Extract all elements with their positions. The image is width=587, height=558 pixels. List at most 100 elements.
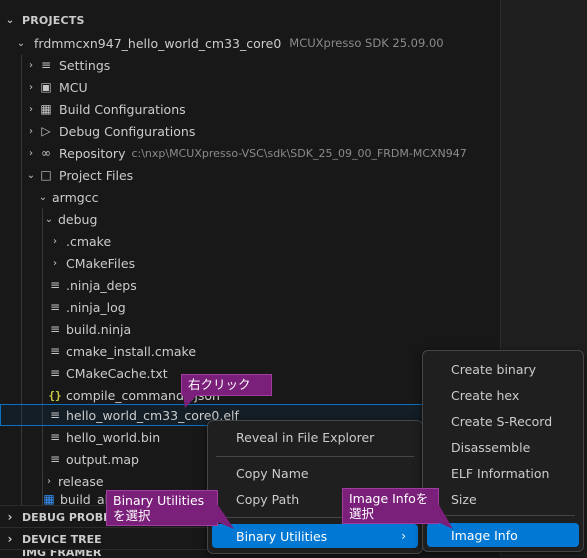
tree-item-ninja-deps[interactable]: ≡ .ninja_deps <box>0 274 548 296</box>
menu-item-reveal-in-file-explorer[interactable]: Reveal in File Explorer <box>212 425 418 449</box>
tree-item-debug[interactable]: ⌄ debug <box>0 208 542 230</box>
tree-item-repository[interactable]: › ∞ Repository c:\nxp\MCUXpresso-VSC\sdk… <box>0 142 524 164</box>
tree-item-label: output.map <box>66 451 139 467</box>
tree-item-label: .ninja_deps <box>66 277 137 293</box>
tree-item-label: CMakeFiles <box>66 255 136 271</box>
menu-item-label: Create binary <box>451 361 537 377</box>
tree-item-label: debug <box>58 211 98 227</box>
callout-text-line2: を選択 <box>113 508 151 523</box>
callout-text: 右クリック <box>188 377 251 392</box>
project-sdk: MCUXpresso SDK 25.09.00 <box>289 36 444 50</box>
chevron-down-icon: ⌄ <box>26 169 36 181</box>
tree-item-settings[interactable]: › ≡ Settings <box>0 54 524 76</box>
menu-item-label: Create S-Record <box>451 413 553 429</box>
tree-item-ninja-log[interactable]: ≡ .ninja_log <box>0 296 548 318</box>
callout-tail <box>210 505 234 529</box>
tree-item-build-ninja[interactable]: ≡ build.ninja <box>0 318 548 340</box>
callout-tail <box>183 395 197 408</box>
tree-item-cmakefiles[interactable]: › CMakeFiles <box>0 252 548 274</box>
file-lines-icon: ≡ <box>49 366 61 380</box>
callout-right-click: 右クリック <box>181 374 272 396</box>
file-lines-icon: ≡ <box>49 408 61 422</box>
chevron-right-icon: › <box>29 125 33 137</box>
section-device-tree-label: DEVICE TREE <box>22 532 102 546</box>
callout-text-line1: Binary Utilities <box>113 493 205 508</box>
tree-item-label: .ninja_log <box>66 299 126 315</box>
project-name: frdmmcxn947_hello_world_cm33_core0 <box>34 35 282 51</box>
chevron-down-icon: ⌄ <box>38 191 48 203</box>
debug-run-icon: ▷ <box>41 124 51 138</box>
tree-item-label: hello_world.bin <box>66 429 161 445</box>
file-lines-icon: ≡ <box>49 322 61 336</box>
tree-item-label: Settings <box>59 57 111 73</box>
menu-item-label: Create hex <box>451 387 520 403</box>
menu-item-label: Copy Name <box>236 465 309 481</box>
chevron-right-icon: › <box>29 147 33 159</box>
menu-item-label: Image Info <box>451 527 518 543</box>
chevron-right-icon: › <box>47 475 51 487</box>
tree-item-label: build.ninja <box>66 321 132 337</box>
tree-item-debug-configurations[interactable]: › ▷ Debug Configurations <box>0 120 524 142</box>
chevron-down-icon: ⌄ <box>44 213 54 225</box>
menu-item-label: Binary Utilities <box>236 528 328 544</box>
tree-item-label: Repository <box>59 145 126 161</box>
callout-text-line2: 選択 <box>349 506 375 521</box>
json-braces-icon: {} <box>48 388 62 402</box>
menu-item-create-binary[interactable]: Create binary <box>427 357 579 381</box>
tree-item-label: armgcc <box>52 189 99 205</box>
menu-item-label: Copy Path <box>236 491 300 507</box>
tree-item-cmake[interactable]: › .cmake <box>0 230 548 252</box>
chevron-right-icon: › <box>29 103 33 115</box>
chevron-right-icon: › <box>53 257 57 269</box>
tree-item-armgcc[interactable]: ⌄ armgcc <box>0 186 536 208</box>
callout-image-info: Image Infoを 選択 <box>342 488 439 524</box>
menu-item-elf-information[interactable]: ELF Information <box>427 461 579 485</box>
chip-icon: ▣ <box>40 80 52 94</box>
chevron-right-icon: › <box>7 510 13 524</box>
tree-item-label: Build Configurations <box>59 101 186 117</box>
file-lines-icon: ≡ <box>49 452 61 466</box>
menu-item-copy-name[interactable]: Copy Name <box>212 461 418 485</box>
file-lines-icon: ≡ <box>49 278 61 292</box>
windows-script-icon: ▦ <box>43 492 55 506</box>
menu-item-disassemble[interactable]: Disassemble <box>427 435 579 459</box>
file-lines-icon: ≡ <box>49 344 61 358</box>
callout-binary-utilities: Binary Utilities を選択 <box>106 490 218 526</box>
project-row[interactable]: ⌄ frdmmcxn947_hello_world_cm33_core0 MCU… <box>0 32 514 54</box>
settings-sliders-icon: ≡ <box>40 58 52 72</box>
menu-item-label: Reveal in File Explorer <box>236 429 375 445</box>
section-projects-label: PROJECTS <box>22 13 85 27</box>
tree-item-label: release <box>58 473 104 489</box>
callout-text-line1: Image Infoを <box>349 491 429 506</box>
section-debug-probes-label: DEBUG PROBES <box>22 510 119 524</box>
tree-item-label: CMakeCache.txt <box>66 365 168 381</box>
tree-item-label: cmake_install.cmake <box>66 343 197 359</box>
chevron-right-icon: › <box>29 81 33 93</box>
repository-path: c:\nxp\MCUXpresso-VSC\sdk\SDK_25_09_00_F… <box>131 146 467 160</box>
build-icon: ▦ <box>40 102 52 116</box>
tree-item-project-files[interactable]: ⌄ □ Project Files <box>0 164 524 186</box>
link-icon: ∞ <box>41 146 51 160</box>
tree-item-label: Debug Configurations <box>59 123 196 139</box>
menu-item-label: Disassemble <box>451 439 531 455</box>
tree-item-mcu[interactable]: › ▣ MCU <box>0 76 524 98</box>
chevron-down-icon: ⌄ <box>16 37 26 49</box>
file-lines-icon: ≡ <box>49 430 61 444</box>
tree-item-label: .cmake <box>66 233 112 249</box>
file-lines-icon: ≡ <box>49 300 61 314</box>
tree-item-label: MCU <box>59 79 88 95</box>
menu-item-create-hex[interactable]: Create hex <box>427 383 579 407</box>
menu-item-binary-utilities[interactable]: Binary Utilities › <box>212 524 418 548</box>
chevron-right-icon: › <box>401 529 406 543</box>
chevron-down-icon: ⌄ <box>5 14 15 26</box>
tree-item-build-configurations[interactable]: › ▦ Build Configurations <box>0 98 524 120</box>
chevron-right-icon: › <box>7 532 13 546</box>
folder-icon: □ <box>40 168 52 182</box>
callout-tail <box>431 505 453 529</box>
menu-item-create-srecord[interactable]: Create S-Record <box>427 409 579 433</box>
tree-item-label: Project Files <box>59 167 134 183</box>
menu-separator <box>216 456 414 457</box>
tree-item-label: build_all <box>60 492 112 506</box>
context-menu: Reveal in File Explorer Copy Name Copy P… <box>207 420 423 554</box>
section-projects[interactable]: ⌄ PROJECTS <box>0 9 500 31</box>
